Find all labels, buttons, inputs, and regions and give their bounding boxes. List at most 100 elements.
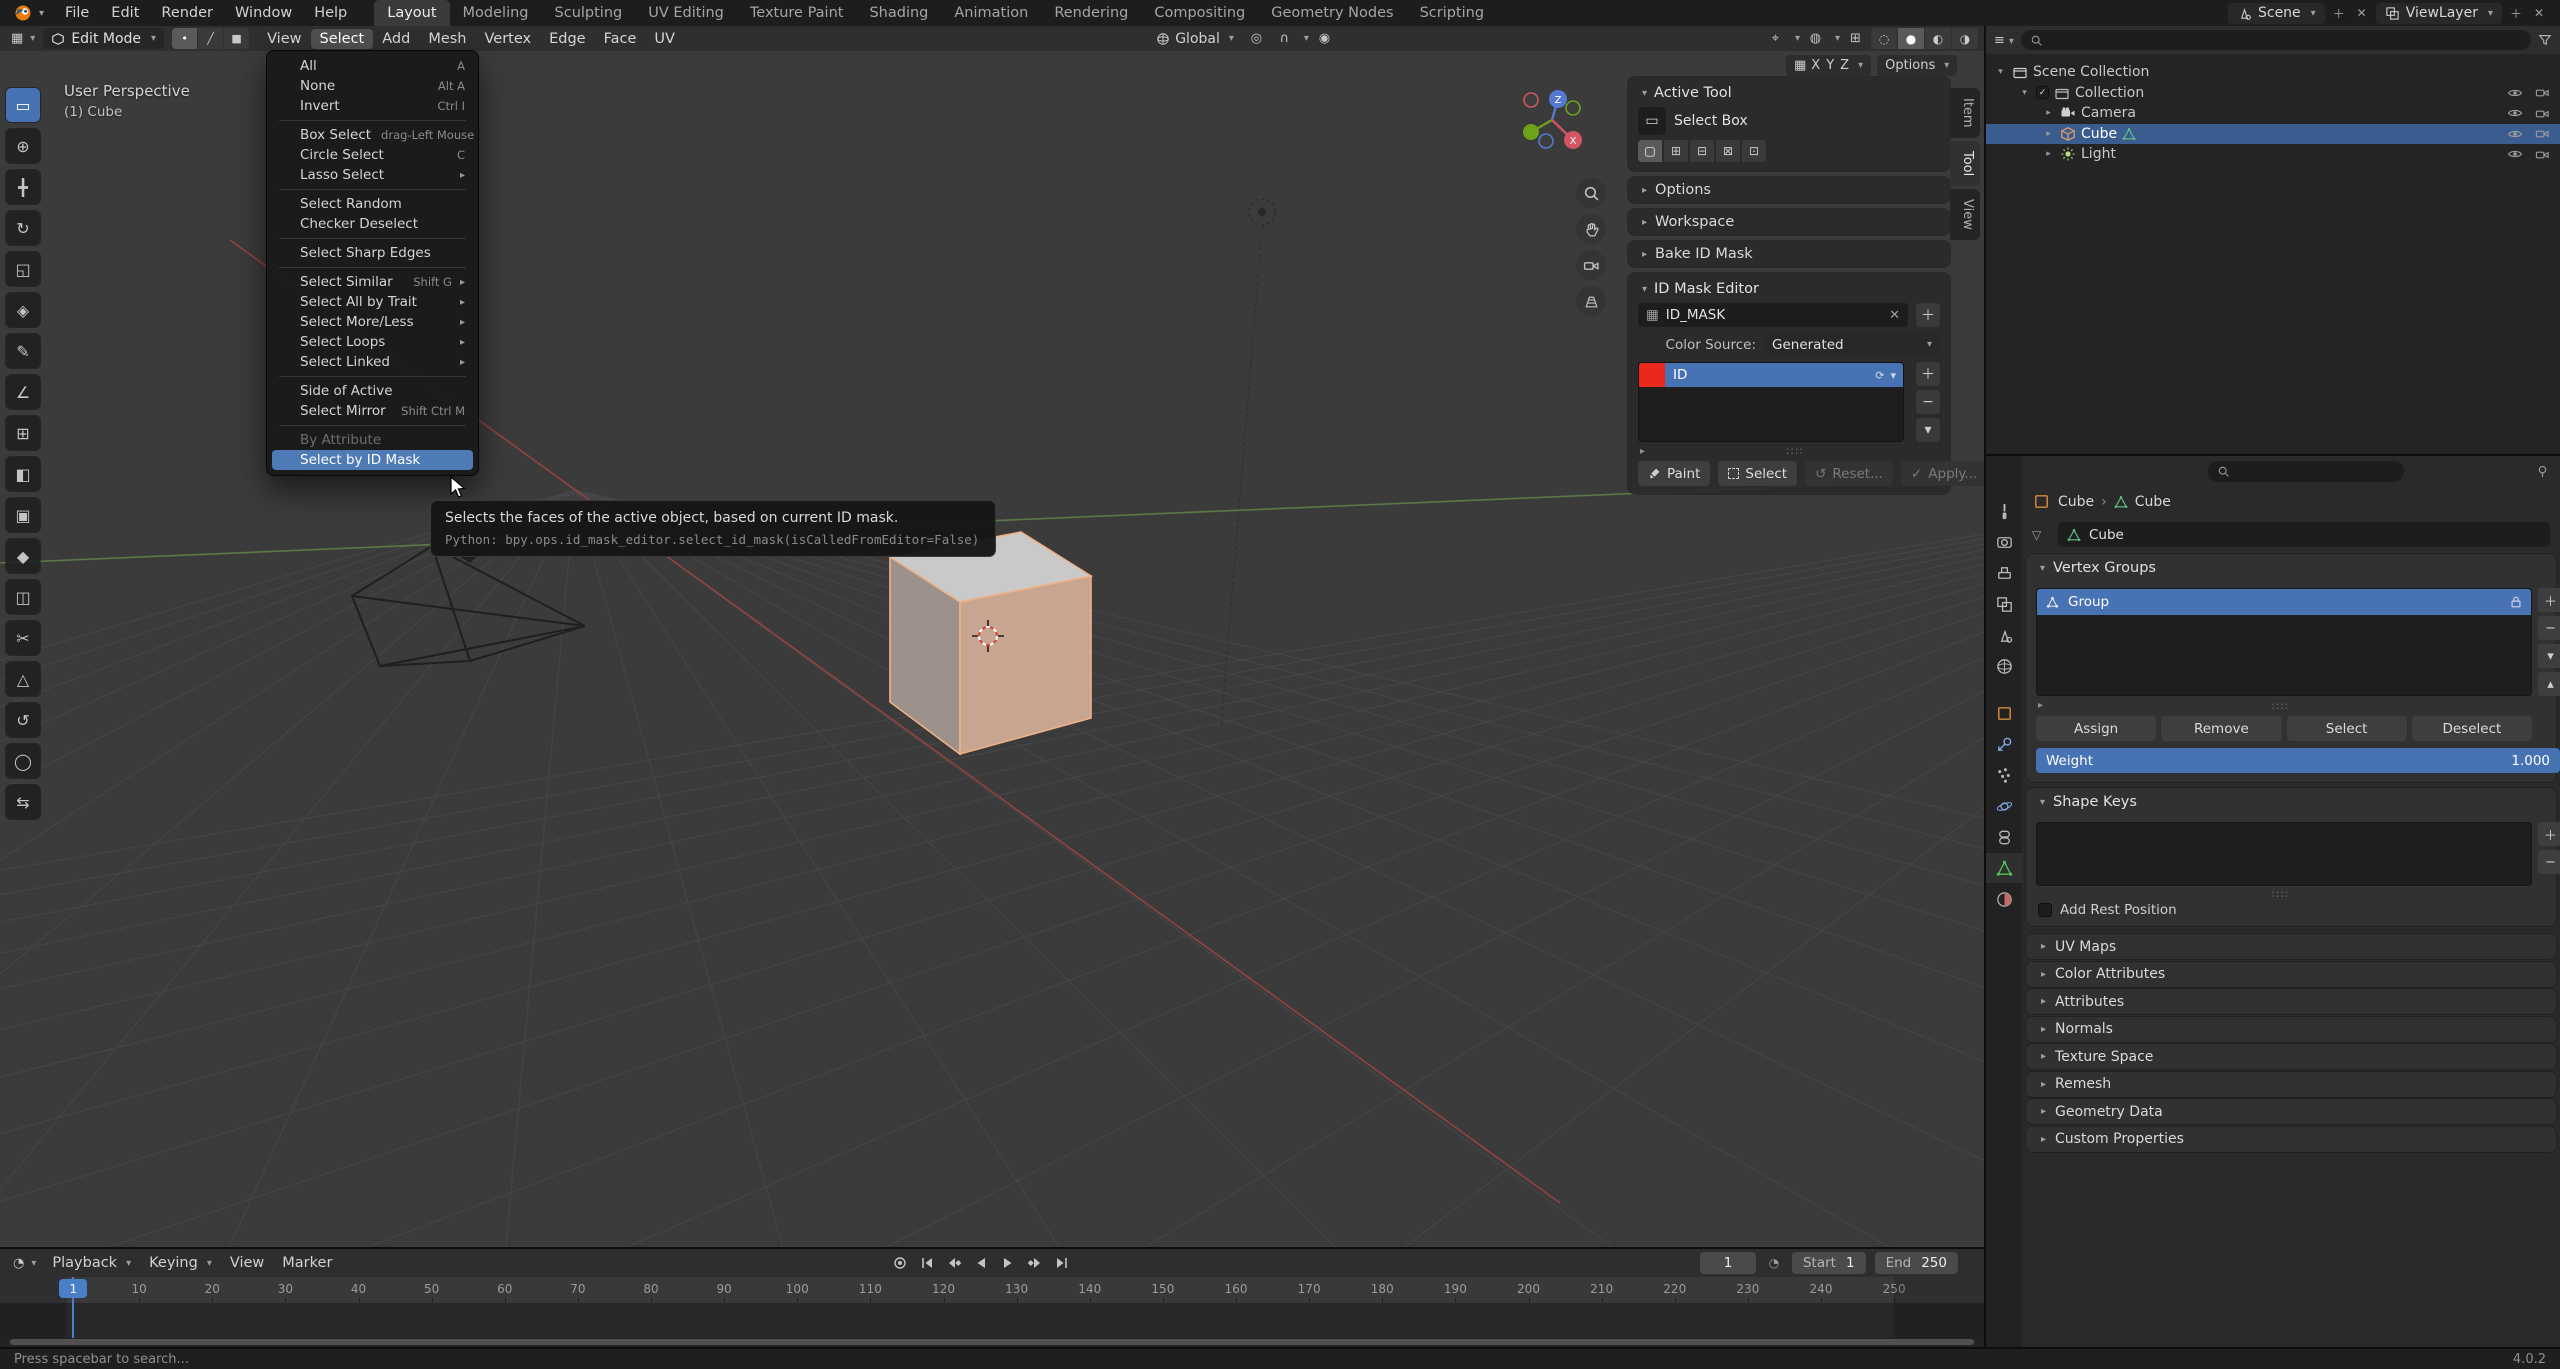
workspace-tab-geometry-nodes[interactable]: Geometry Nodes bbox=[1258, 0, 1406, 26]
menu-item-select-random[interactable]: Select Random bbox=[272, 194, 473, 214]
jump-to-next-keyframe-button[interactable] bbox=[1023, 1251, 1047, 1275]
list-expand-icon[interactable]: ▸ bbox=[1640, 446, 1645, 457]
menu-item-select-mirror[interactable]: Select MirrorShift Ctrl M bbox=[272, 401, 473, 421]
viewport-menu-vertex[interactable]: Vertex bbox=[476, 29, 541, 49]
hide-render-icon[interactable] bbox=[2535, 126, 2550, 141]
edge-select-button[interactable]: ╱ bbox=[198, 28, 223, 49]
properties-tab-output[interactable] bbox=[1986, 558, 2022, 588]
viewlayer-selector[interactable]: ViewLayer ▾ bbox=[2376, 3, 2502, 24]
expander-icon[interactable]: ▸ bbox=[2042, 129, 2055, 139]
shading-material-button[interactable]: ◐ bbox=[1925, 28, 1951, 49]
add-cube-tool-icon[interactable]: ⊞ bbox=[6, 416, 40, 450]
panel-bake-id-mask[interactable]: ▸Bake ID Mask bbox=[1628, 241, 1950, 267]
spin-tool-icon[interactable]: ↺ bbox=[6, 703, 40, 737]
remove-viewlayer-button[interactable]: ✕ bbox=[2530, 3, 2548, 23]
play-reverse-button[interactable] bbox=[969, 1251, 993, 1275]
expander-icon[interactable]: ▾ bbox=[2018, 88, 2031, 98]
shape-keys-list[interactable] bbox=[2036, 822, 2532, 886]
select-button[interactable]: Select bbox=[2287, 716, 2407, 741]
hide-render-icon[interactable] bbox=[2535, 147, 2550, 162]
panel-custom-properties[interactable]: ▸Custom Properties bbox=[2026, 1127, 2556, 1152]
move-tool-icon[interactable]: ╋ bbox=[6, 170, 40, 204]
hide-render-icon[interactable] bbox=[2535, 106, 2550, 121]
move-up-button[interactable]: ▴ bbox=[2538, 672, 2560, 696]
add-rest-position-checkbox[interactable] bbox=[2038, 903, 2052, 917]
editor-type-button[interactable]: ▦▾ bbox=[6, 31, 40, 46]
workspace-tab-modeling[interactable]: Modeling bbox=[450, 0, 542, 26]
select-box-tool-icon[interactable]: ▭ bbox=[6, 88, 40, 122]
outliner-row-light[interactable]: ▸Light bbox=[1986, 144, 2560, 164]
hide-render-icon[interactable] bbox=[2535, 85, 2550, 100]
add-id-button[interactable]: ＋ bbox=[1916, 362, 1940, 386]
timeline-menu-keying[interactable]: Keying▾ bbox=[140, 1252, 221, 1274]
id-color-swatch[interactable] bbox=[1639, 363, 1665, 387]
knife-tool-icon[interactable]: ✂ bbox=[6, 621, 40, 655]
expander-icon[interactable]: ▾ bbox=[1994, 67, 2007, 77]
menu-item-select-loops[interactable]: Select Loops▸ bbox=[272, 332, 473, 352]
paint-button[interactable]: Paint bbox=[1638, 461, 1710, 486]
menu-item-select-by-id-mask[interactable]: Select by ID Mask bbox=[272, 450, 473, 470]
menu-item-box-select[interactable]: Box Selectdrag-Left Mouse bbox=[272, 125, 473, 145]
gizmo-axis-toggles[interactable]: ▦XYZ▾ bbox=[1786, 55, 1871, 76]
bevel-tool-icon[interactable]: ◆ bbox=[6, 539, 40, 573]
panel-options[interactable]: ▸Options bbox=[1628, 177, 1950, 203]
properties-tab-scene[interactable] bbox=[1986, 620, 2022, 650]
workspace-tab-animation[interactable]: Animation bbox=[941, 0, 1041, 26]
hide-viewport-icon[interactable] bbox=[2507, 105, 2523, 121]
active-tool-panel-header[interactable]: ▾Active Tool bbox=[1634, 82, 1944, 104]
loop-cut-tool-icon[interactable]: ◫ bbox=[6, 580, 40, 614]
measure-tool-icon[interactable]: ∠ bbox=[6, 375, 40, 409]
smooth-tool-icon[interactable]: ◯ bbox=[6, 744, 40, 778]
add-vertex-group-button[interactable]: ＋ bbox=[2538, 588, 2560, 612]
properties-tab-render[interactable] bbox=[1986, 527, 2022, 557]
workspace-tab-layout[interactable]: Layout bbox=[374, 0, 449, 26]
zoom-icon[interactable] bbox=[1576, 178, 1606, 208]
axis-toggle-z[interactable]: Z bbox=[1840, 58, 1849, 73]
topbar-menu-help[interactable]: Help bbox=[303, 2, 358, 24]
select-mode-option-3[interactable]: ⊠ bbox=[1716, 140, 1740, 162]
filter-icon[interactable]: ▽ bbox=[2032, 528, 2041, 542]
workspace-tab-sculpting[interactable]: Sculpting bbox=[542, 0, 636, 26]
sidebar-tab-item[interactable]: Item bbox=[1950, 88, 1980, 138]
unlink-scene-button[interactable]: ✕ bbox=[2353, 3, 2371, 23]
blender-menu-button[interactable]: ▾ bbox=[6, 4, 52, 22]
properties-tab-object-data[interactable] bbox=[1986, 853, 2022, 883]
rotate-tool-icon[interactable]: ↻ bbox=[6, 211, 40, 245]
timeline-ruler[interactable]: 1020304050607080901001101201301401501601… bbox=[0, 1277, 1984, 1303]
panel-workspace[interactable]: ▸Workspace bbox=[1628, 209, 1950, 235]
id-mask-list[interactable]: ID⟳▾ bbox=[1638, 362, 1904, 442]
menu-item-invert[interactable]: InvertCtrl I bbox=[272, 96, 473, 116]
hide-viewport-icon[interactable] bbox=[2507, 126, 2523, 142]
properties-tab-tool[interactable] bbox=[1986, 496, 2022, 526]
horizontal-scrollbar[interactable] bbox=[10, 1339, 1974, 1345]
cursor-tool-icon[interactable]: ⊕ bbox=[6, 129, 40, 163]
id-mask-name-field[interactable]: ▦ ID_MASK ✕ bbox=[1638, 303, 1908, 327]
topbar-menu-file[interactable]: File bbox=[54, 2, 100, 24]
hide-viewport-icon[interactable] bbox=[2507, 85, 2523, 101]
vertex-groups-header[interactable]: ▾Vertex Groups bbox=[2036, 560, 2156, 576]
viewport-menu-select[interactable]: Select bbox=[311, 29, 374, 49]
deselect-button[interactable]: Deselect bbox=[2412, 716, 2532, 741]
properties-tab-object[interactable] bbox=[1986, 698, 2022, 728]
panel-normals[interactable]: ▸Normals bbox=[2026, 1017, 2556, 1042]
vertex-groups-list[interactable]: Group bbox=[2036, 588, 2532, 696]
properties-tab-physics[interactable] bbox=[1986, 791, 2022, 821]
timeline-menu-view[interactable]: View bbox=[221, 1252, 273, 1274]
proportional-editing-button[interactable]: ◉ bbox=[1312, 28, 1337, 49]
refresh-icon[interactable]: ⟳ bbox=[1875, 369, 1884, 382]
frame-end-field[interactable]: End250 bbox=[1875, 1252, 1958, 1274]
new-viewlayer-button[interactable]: ＋ bbox=[2507, 3, 2525, 23]
annotate-tool-icon[interactable]: ✎ bbox=[6, 334, 40, 368]
sidebar-tab-tool[interactable]: Tool bbox=[1950, 141, 1980, 186]
properties-tab-particles[interactable] bbox=[1986, 760, 2022, 790]
properties-tab-material[interactable] bbox=[1986, 884, 2022, 914]
poly-build-tool-icon[interactable]: △ bbox=[6, 662, 40, 696]
workspace-tab-texture-paint[interactable]: Texture Paint bbox=[737, 0, 857, 26]
properties-tab-constraints[interactable] bbox=[1986, 822, 2022, 852]
jump-to-start-button[interactable] bbox=[915, 1251, 939, 1275]
panel-remesh[interactable]: ▸Remesh bbox=[2026, 1072, 2556, 1097]
close-icon[interactable]: ✕ bbox=[1889, 308, 1900, 323]
expander-icon[interactable]: ▸ bbox=[2042, 149, 2055, 159]
menu-item-select-sharp-edges[interactable]: Select Sharp Edges bbox=[272, 243, 473, 263]
workspace-tab-rendering[interactable]: Rendering bbox=[1041, 0, 1141, 26]
